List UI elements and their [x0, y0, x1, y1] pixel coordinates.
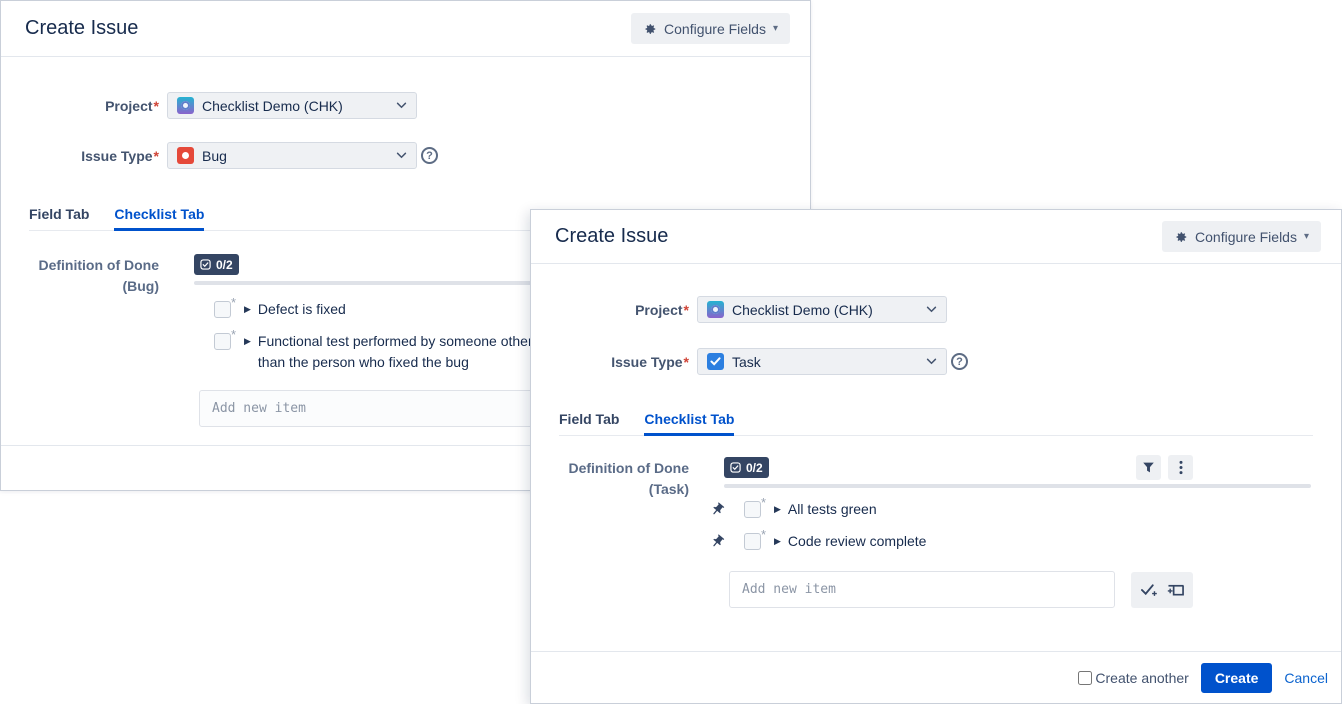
tab-checklist[interactable]: Checklist Tab: [114, 206, 204, 230]
issue-type-value: Task: [732, 354, 761, 370]
chevron-down-icon: [396, 102, 407, 109]
required-mark: *: [684, 354, 689, 370]
create-issue-dialog-task: Create Issue Configure Fields ▾ Project*…: [530, 209, 1342, 704]
filter-button[interactable]: [1136, 455, 1161, 480]
create-another[interactable]: Create another: [1078, 670, 1188, 686]
tab-checklist[interactable]: Checklist Tab: [644, 411, 734, 435]
checklist-item-text[interactable]: All tests green: [788, 499, 877, 520]
project-avatar-icon: [177, 97, 194, 114]
tab-field[interactable]: Field Tab: [29, 206, 89, 230]
add-item-actions: [1131, 572, 1193, 608]
progress-count: 0/2: [746, 461, 763, 475]
bug-icon: [177, 147, 194, 164]
chevron-down-icon: [396, 152, 407, 159]
item-checkbox[interactable]: *: [744, 501, 761, 518]
checklist-field-label: Definition of Done (Bug): [1, 255, 159, 297]
configure-fields-label: Configure Fields: [1195, 229, 1297, 245]
checklist-item-text[interactable]: Code review complete: [788, 531, 927, 552]
issue-type-select[interactable]: Task: [697, 348, 947, 375]
project-label: Project*: [1, 98, 159, 114]
expand-triangle-icon[interactable]: ▶: [774, 533, 781, 550]
progress-badge: 0/2: [194, 254, 239, 275]
checklist-item: * ▶ Functional test performed by someone…: [214, 333, 549, 373]
item-checkbox[interactable]: *: [214, 333, 231, 350]
configure-fields-button[interactable]: Configure Fields ▾: [631, 13, 790, 44]
issue-type-value: Bug: [202, 148, 227, 164]
item-required-asterisk: *: [761, 527, 766, 542]
caret-down-icon: ▾: [773, 24, 778, 34]
dialog-footer: Create another Create Cancel: [531, 651, 1341, 703]
item-checkbox[interactable]: *: [214, 301, 231, 318]
chevron-down-icon: [926, 358, 937, 365]
add-multiple-items-icon[interactable]: [1167, 582, 1185, 598]
project-select[interactable]: Checklist Demo (CHK): [697, 296, 947, 323]
add-new-item-input[interactable]: [729, 571, 1115, 608]
project-select[interactable]: Checklist Demo (CHK): [167, 92, 417, 119]
issue-type-label: Issue Type*: [1, 148, 159, 164]
page-title: Create Issue: [25, 17, 138, 40]
task-icon: [707, 353, 724, 370]
item-required-asterisk: *: [231, 295, 236, 310]
checklist-item-text[interactable]: Functional test performed by someone oth…: [258, 331, 549, 373]
required-mark: *: [154, 98, 159, 114]
dialog-header: Create Issue Configure Fields ▾: [1, 1, 810, 57]
page-title: Create Issue: [555, 225, 668, 248]
create-button[interactable]: Create: [1201, 663, 1273, 693]
kebab-icon: [1179, 460, 1183, 475]
add-new-item-input[interactable]: [199, 390, 585, 427]
filter-icon: [1142, 461, 1155, 474]
project-value: Checklist Demo (CHK): [732, 302, 873, 318]
tab-field[interactable]: Field Tab: [559, 411, 619, 435]
progress-count: 0/2: [216, 258, 233, 272]
expand-triangle-icon[interactable]: ▶: [244, 333, 251, 350]
issue-type-row: Issue Type* Task: [531, 348, 947, 375]
chevron-down-icon: [926, 306, 937, 313]
issue-type-row: Issue Type* Bug: [1, 142, 417, 169]
expand-triangle-icon[interactable]: ▶: [244, 301, 251, 318]
create-another-label: Create another: [1095, 670, 1188, 686]
cancel-link[interactable]: Cancel: [1284, 670, 1328, 686]
gear-icon: [643, 22, 657, 36]
item-required-asterisk: *: [231, 327, 236, 342]
project-row: Project* Checklist Demo (CHK): [531, 296, 947, 323]
badge-checkbox-icon: [200, 259, 211, 270]
issue-type-select[interactable]: Bug: [167, 142, 417, 169]
dialog-header: Create Issue Configure Fields ▾: [531, 210, 1341, 264]
progress-bar: [724, 484, 1311, 488]
pin-icon[interactable]: [710, 502, 725, 522]
confirm-check-plus-icon[interactable]: [1140, 582, 1158, 598]
checklist-item: * ▶ Defect is fixed: [214, 301, 346, 320]
checklist-field-label: Definition of Done (Task): [531, 458, 689, 500]
pin-icon[interactable]: [710, 534, 725, 554]
create-another-checkbox[interactable]: [1078, 671, 1092, 685]
project-avatar-icon: [707, 301, 724, 318]
help-icon[interactable]: ?: [421, 147, 438, 164]
badge-checkbox-icon: [730, 462, 741, 473]
project-label: Project*: [531, 302, 689, 318]
help-icon[interactable]: ?: [951, 353, 968, 370]
caret-down-icon: ▾: [1304, 232, 1309, 242]
required-mark: *: [684, 302, 689, 318]
kebab-menu-button[interactable]: [1168, 455, 1193, 480]
tab-bar: Field Tab Checklist Tab: [559, 411, 1313, 436]
checklist-item: * ▶ All tests green: [744, 501, 877, 520]
item-checkbox[interactable]: *: [744, 533, 761, 550]
expand-triangle-icon[interactable]: ▶: [774, 501, 781, 518]
item-required-asterisk: *: [761, 495, 766, 510]
configure-fields-label: Configure Fields: [664, 21, 766, 37]
project-value: Checklist Demo (CHK): [202, 98, 343, 114]
issue-type-label: Issue Type*: [531, 354, 689, 370]
configure-fields-button[interactable]: Configure Fields ▾: [1162, 221, 1321, 252]
gear-icon: [1174, 230, 1188, 244]
checklist-item: * ▶ Code review complete: [744, 533, 926, 552]
checklist-item-text[interactable]: Defect is fixed: [258, 299, 346, 320]
required-mark: *: [154, 148, 159, 164]
progress-badge: 0/2: [724, 457, 769, 478]
project-row: Project* Checklist Demo (CHK): [1, 92, 417, 119]
